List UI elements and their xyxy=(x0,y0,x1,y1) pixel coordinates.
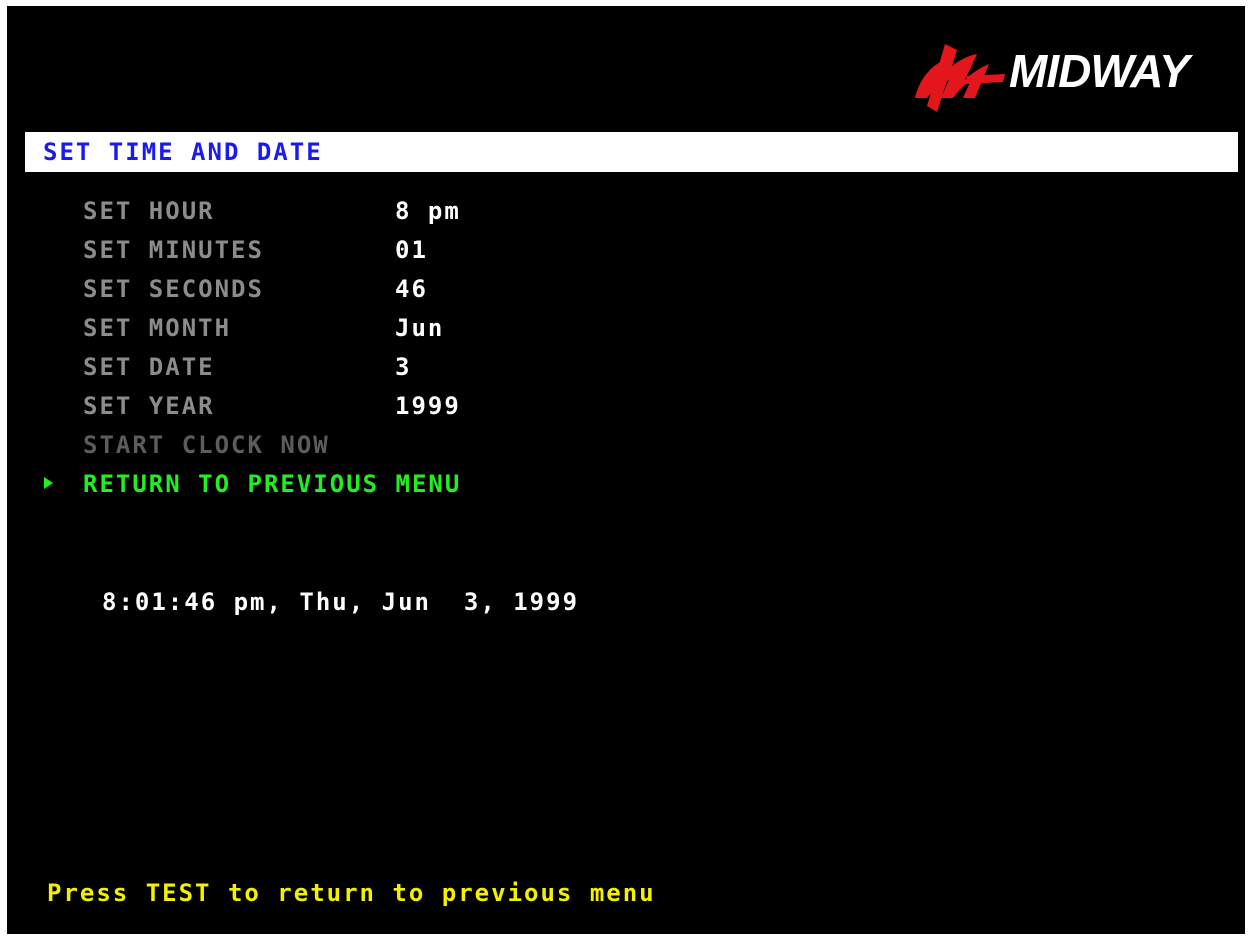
menu-item-label: RETURN TO PREVIOUS MENU xyxy=(83,470,462,498)
footer-hint: Press TEST to return to previous menu xyxy=(47,879,656,907)
menu-item-label: START CLOCK NOW xyxy=(83,431,330,459)
menu-item-label: SET HOUR xyxy=(83,197,215,225)
menu-item-value: 01 xyxy=(395,236,428,264)
test-menu-screen: MIDWAY SET TIME AND DATE SET HOUR 8 pm S… xyxy=(7,6,1245,934)
midway-logo: MIDWAY xyxy=(909,40,1219,118)
menu-item-label: SET YEAR xyxy=(83,392,215,420)
menu-item-set-month[interactable]: SET MONTH Jun xyxy=(7,312,707,346)
page-title: SET TIME AND DATE xyxy=(43,138,323,166)
menu-item-value: 46 xyxy=(395,275,428,303)
menu-item-label: SET DATE xyxy=(83,353,215,381)
menu-item-value: 3 xyxy=(395,353,412,381)
menu-item-value: Jun xyxy=(395,314,445,342)
menu-item-label: SET MONTH xyxy=(83,314,232,342)
menu-item-label: SET MINUTES xyxy=(83,236,264,264)
menu-item-value: 1999 xyxy=(395,392,461,420)
midway-logo-text: MIDWAY xyxy=(1009,45,1190,97)
menu-item-value: 8 pm xyxy=(395,197,461,225)
triangle-right-icon xyxy=(44,477,53,489)
menu-item-label: SET SECONDS xyxy=(83,275,264,303)
title-bar: SET TIME AND DATE xyxy=(25,132,1238,172)
menu-item-set-minutes[interactable]: SET MINUTES 01 xyxy=(7,234,707,268)
current-time-display: 8:01:46 pm, Thu, Jun 3, 1999 xyxy=(102,588,580,616)
menu-item-start-clock-now[interactable]: START CLOCK NOW xyxy=(7,429,707,463)
menu-item-set-date[interactable]: SET DATE 3 xyxy=(7,351,707,385)
menu-item-set-year[interactable]: SET YEAR 1999 xyxy=(7,390,707,424)
menu-item-set-seconds[interactable]: SET SECONDS 46 xyxy=(7,273,707,307)
menu-item-return-to-previous-menu[interactable]: RETURN TO PREVIOUS MENU xyxy=(7,468,707,502)
menu-item-set-hour[interactable]: SET HOUR 8 pm xyxy=(7,195,707,229)
